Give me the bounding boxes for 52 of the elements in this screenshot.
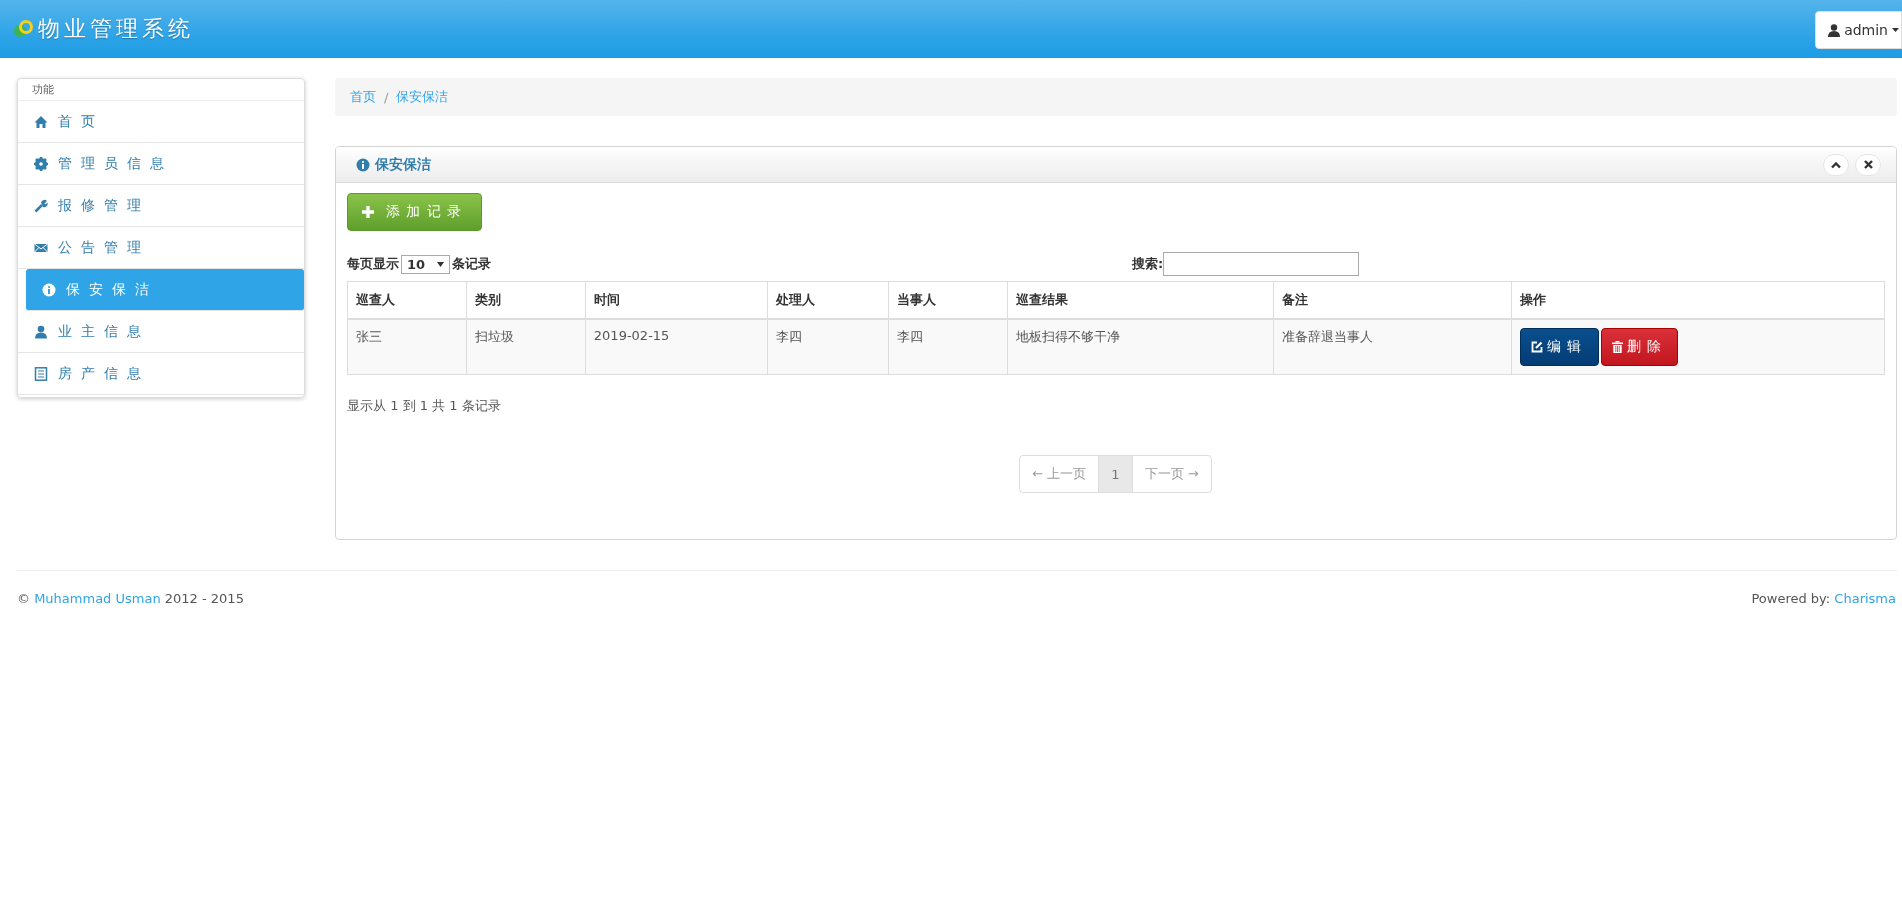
gear-icon <box>34 156 48 171</box>
sidebar-item[interactable]: 管理员信息 <box>18 143 304 185</box>
trash-icon <box>1611 341 1623 353</box>
home-icon <box>34 114 48 129</box>
table-cell: 地板扫得不够干净 <box>1007 319 1274 375</box>
table-cell: 李四 <box>888 319 1008 375</box>
copyright-text: © Muhammad Usman 2012 - 2015 <box>17 591 244 606</box>
search-field[interactable] <box>1163 252 1360 276</box>
page-size-suffix: 条记录 <box>452 255 492 273</box>
records-info: 显示从 1 到 1 共 1 条记录 <box>347 397 502 415</box>
user-icon <box>34 324 48 339</box>
close-button[interactable] <box>1855 153 1881 176</box>
sidebar-item[interactable]: 报修管理 <box>18 185 304 227</box>
page-size-select[interactable]: 10 <box>401 254 451 274</box>
powered-by-text: Powered by: Charisma <box>1751 591 1896 606</box>
edit-icon <box>1531 341 1544 353</box>
list-icon <box>34 366 48 381</box>
edit-button[interactable]: 编辑 <box>1520 328 1599 366</box>
plus-icon <box>362 206 374 218</box>
user-icon <box>1828 23 1841 37</box>
table-cell: 李四 <box>768 319 889 375</box>
sidebar-heading: 功能 <box>18 79 304 101</box>
breadcrumb-separator: / <box>384 89 389 105</box>
sidebar-item[interactable]: 保安保洁 <box>26 269 304 311</box>
caret-icon <box>1892 28 1899 32</box>
page-link[interactable]: 1 <box>1098 455 1133 493</box>
logo-icon <box>12 19 34 39</box>
delete-button[interactable]: 删除 <box>1600 328 1679 366</box>
info-icon <box>42 282 56 297</box>
close-icon <box>1863 160 1873 169</box>
table-cell: 扫垃圾 <box>466 319 586 375</box>
wrench-icon <box>34 198 48 213</box>
table-cell: 准备辞退当事人 <box>1273 319 1512 375</box>
collapse-button[interactable] <box>1823 153 1849 176</box>
table-cell: 张三 <box>347 319 467 375</box>
page-size-label: 每页显示 <box>347 255 399 273</box>
sidebar-item[interactable]: 首页 <box>18 101 304 143</box>
charisma-link[interactable]: Charisma <box>1834 591 1896 606</box>
add-record-button[interactable]: 添加记录 <box>347 193 483 231</box>
panel-title: 保安保洁 <box>375 155 431 174</box>
author-link[interactable]: Muhammad Usman <box>34 591 161 606</box>
info-icon <box>356 157 370 172</box>
user-menu-button[interactable]: admin <box>1815 11 1902 49</box>
sidebar-item[interactable]: 房产信息 <box>18 353 304 395</box>
chevron-up-icon <box>1831 160 1841 169</box>
table-cell: 2019-02-15 <box>585 319 768 375</box>
breadcrumb-link[interactable]: 保安保洁 <box>396 88 449 106</box>
search-label: 搜索: <box>1132 255 1164 273</box>
breadcrumb-link[interactable]: 首页 <box>350 88 376 106</box>
dropdown-arrow-icon <box>437 261 445 267</box>
sidebar-item[interactable]: 业主信息 <box>18 311 304 353</box>
app-title: 物业管理系统 <box>38 15 194 43</box>
